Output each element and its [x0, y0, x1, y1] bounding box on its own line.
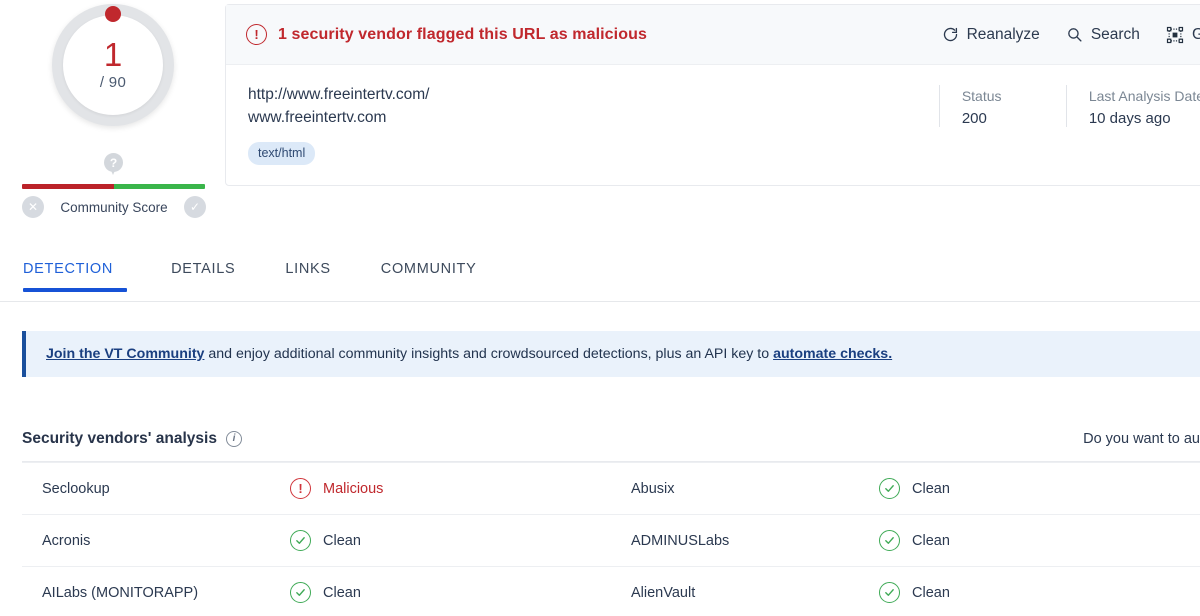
vendor-cell: AlienVault Clean: [611, 567, 1200, 616]
vendor-result-label: Clean: [912, 532, 950, 549]
tab-links[interactable]: LINKS: [271, 261, 344, 291]
vendor-name: Acronis: [42, 532, 91, 549]
vendor-name: AlienVault: [631, 584, 696, 601]
pin-question-mark: ?: [109, 155, 118, 170]
search-icon: [1066, 26, 1083, 43]
gauge-score-total: / 90: [99, 74, 127, 91]
report-tabs: DETECTION DETAILS LINKS COMMUNITY: [0, 258, 1200, 302]
tab-details[interactable]: DETAILS: [157, 261, 249, 291]
vendor-result: Clean: [290, 530, 361, 551]
detection-score-gauge: 1 / 90: [52, 4, 174, 126]
content-type-tag[interactable]: text/html: [248, 142, 316, 165]
malicious-icon: !: [290, 478, 311, 499]
alert-message-group: ! 1 security vendor flagged this URL as …: [246, 24, 942, 45]
vendors-section-header: Security vendors' analysis i Do you want…: [22, 417, 1200, 462]
gauge-detection-marker-icon: [105, 6, 121, 22]
clean-check-icon: [290, 530, 311, 551]
graph-button[interactable]: G: [1166, 26, 1200, 44]
vendors-title: Security vendors' analysis: [22, 430, 217, 447]
last-analysis-date-value: 10 days ago: [1088, 110, 1171, 127]
vendor-cell: ADMINUSLabs Clean: [611, 515, 1200, 566]
alert-message: 1 security vendor flagged this URL as ma…: [278, 25, 647, 43]
join-banner-middle: and enjoy additional community insights …: [204, 346, 774, 362]
status-value: 200: [961, 110, 987, 127]
refresh-icon: [942, 26, 959, 43]
vendor-result-label: Clean: [912, 480, 950, 497]
url-block: http://www.freeintertv.com/ www.freeinte…: [248, 83, 939, 165]
vendor-name: Abusix: [631, 480, 675, 497]
reanalyze-label: Reanalyze: [966, 25, 1040, 43]
meta-divider-2: [1065, 85, 1067, 127]
meta-block: Status 200 Last Analysis Date 10 days ag…: [938, 83, 1200, 165]
vendor-result: Clean: [290, 582, 361, 603]
score-column: 1 / 90 ? ✕ Community Score ✓: [0, 0, 225, 230]
vendor-result: Clean: [879, 478, 950, 499]
target-host: www.freeintertv.com: [248, 109, 387, 126]
community-score-label: Community Score: [60, 199, 168, 215]
table-row: Seclookup ! Malicious Abusix Clean: [22, 463, 1200, 515]
exclamation-circle-icon: !: [246, 24, 267, 45]
vendors-aside-text: Do you want to au: [1083, 431, 1200, 447]
search-button[interactable]: Search: [1066, 26, 1140, 44]
clean-check-icon: [879, 530, 900, 551]
community-score-bar: [22, 184, 205, 189]
community-score-bar-negative: [22, 184, 114, 189]
join-banner-text: Join the VT Community and enjoy addition…: [46, 346, 892, 362]
virustotal-url-report: 1 / 90 ? ✕ Community Score ✓ ! 1 securit…: [0, 0, 1200, 616]
automate-checks-link[interactable]: automate checks.: [773, 346, 892, 362]
meta-last-analysis: Last Analysis Date 10 days ago: [1089, 85, 1200, 131]
graph-icon: [1166, 26, 1184, 44]
vendor-result: ! Malicious: [290, 478, 383, 499]
vendor-name: AILabs (MONITORAPP): [42, 584, 199, 601]
target-url[interactable]: http://www.freeintertv.com/: [248, 83, 939, 106]
table-row: AILabs (MONITORAPP) Clean AlienVault Cle…: [22, 567, 1200, 616]
vendor-result-label: Clean: [323, 532, 361, 549]
community-downvote-icon[interactable]: ✕: [22, 196, 44, 218]
community-score-help-pin-icon[interactable]: ?: [104, 153, 123, 177]
meta-status: Status 200: [962, 85, 1066, 131]
vendor-result-label: Clean: [912, 584, 950, 601]
security-vendors-table: Seclookup ! Malicious Abusix Clean Acron…: [22, 462, 1200, 616]
community-upvote-icon[interactable]: ✓: [183, 196, 206, 218]
vendor-cell: AILabs (MONITORAPP) Clean: [22, 567, 611, 616]
vendor-result: Clean: [879, 530, 950, 551]
community-score-bar-positive: [113, 184, 205, 189]
clean-check-icon: [879, 582, 900, 603]
clean-check-icon: [879, 478, 900, 499]
vendor-name: ADMINUSLabs: [631, 532, 730, 549]
vendor-result: Clean: [879, 582, 950, 603]
join-community-banner: Join the VT Community and enjoy addition…: [22, 331, 1200, 377]
status-label: Status: [961, 88, 1002, 104]
clean-check-icon: [290, 582, 311, 603]
vendor-cell: Abusix Clean: [611, 463, 1200, 514]
search-label: Search: [1090, 25, 1140, 43]
reanalyze-button[interactable]: Reanalyze: [942, 26, 1040, 44]
vendor-result-label: Malicious: [323, 480, 384, 497]
tag-row: text/html: [248, 142, 939, 165]
report-card-body: http://www.freeintertv.com/ www.freeinte…: [226, 65, 1200, 165]
report-header-card: ! 1 security vendor flagged this URL as …: [225, 4, 1200, 186]
table-row: Acronis Clean ADMINUSLabs Clean: [22, 515, 1200, 567]
tab-community[interactable]: COMMUNITY: [367, 261, 491, 291]
vendor-name: Seclookup: [42, 480, 110, 497]
community-score-row: ✕ Community Score ✓: [22, 193, 206, 221]
vendor-cell: Acronis Clean: [22, 515, 611, 566]
header-actions: Reanalyze Search G: [942, 26, 1200, 44]
malicious-alert-bar: ! 1 security vendor flagged this URL as …: [226, 5, 1200, 65]
gauge-score-value: 1: [103, 36, 123, 73]
vendor-result-label: Clean: [323, 584, 361, 601]
info-icon[interactable]: i: [225, 431, 242, 447]
vendor-cell: Seclookup ! Malicious: [22, 463, 611, 514]
graph-label: G: [1191, 25, 1200, 43]
gauge-inner: 1 / 90: [63, 15, 163, 115]
meta-divider: [938, 85, 940, 127]
last-analysis-date-label: Last Analysis Date: [1088, 88, 1200, 104]
tab-detection[interactable]: DETECTION: [23, 261, 128, 292]
vendors-title-group: Security vendors' analysis i: [22, 430, 242, 448]
join-vt-community-link[interactable]: Join the VT Community: [46, 346, 204, 362]
